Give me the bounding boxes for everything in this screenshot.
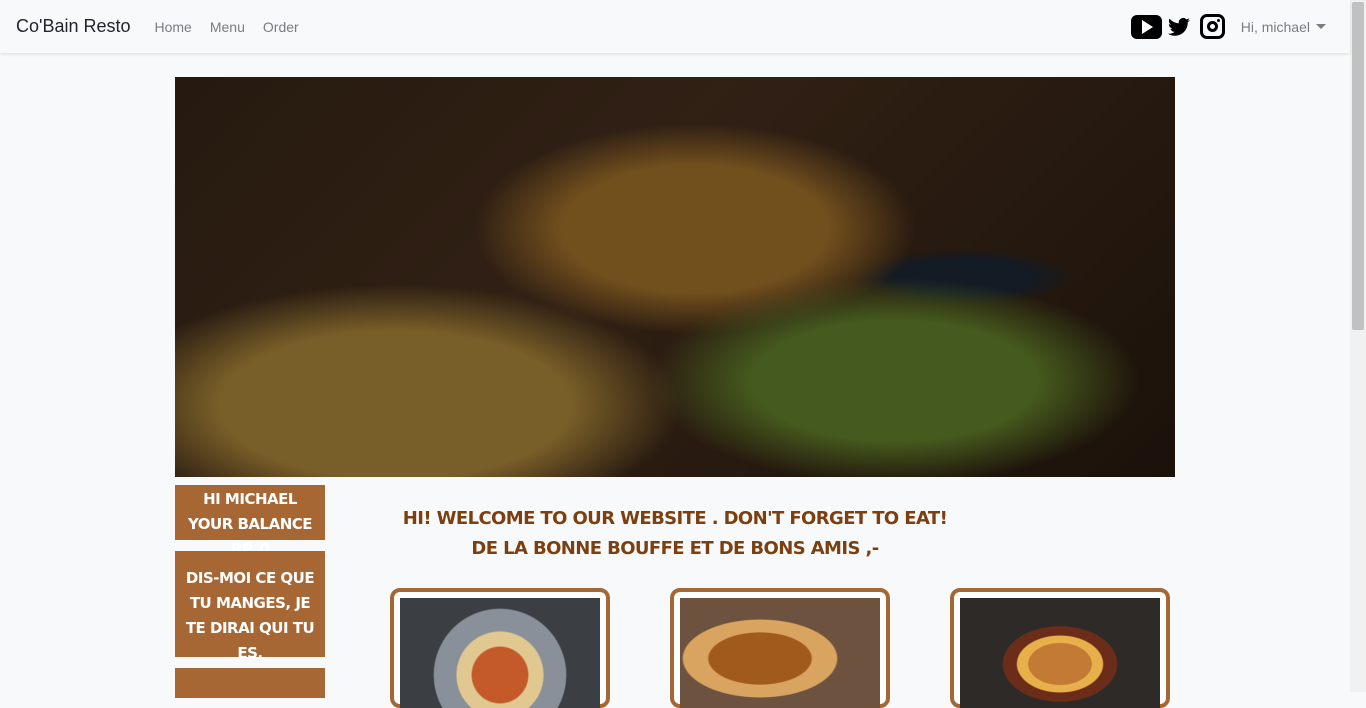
- menu-card-pasta[interactable]: [390, 588, 610, 708]
- balance-box: Hi michael Your balance Rp. 0: [175, 485, 325, 558]
- welcome-heading: Hi! Welcome to our website . Don't forge…: [402, 508, 948, 529]
- social-links: [1130, 14, 1241, 39]
- hero-overlay: [175, 77, 1175, 477]
- page-scrollbar[interactable]: [1350, 0, 1366, 692]
- menu-card-burger[interactable]: [950, 588, 1170, 708]
- quote-box: Dis-moi ce que tu manges, je te dirai qu…: [175, 551, 325, 662]
- welcome-subheading: De la bonne bouffe et de bons amis ,-: [471, 538, 879, 559]
- brand-link[interactable]: Co'Bain Resto: [16, 16, 131, 37]
- sidebar-box-3: [175, 668, 325, 698]
- instagram-icon[interactable]: [1199, 14, 1225, 39]
- twitter-icon[interactable]: [1167, 17, 1190, 37]
- menu-card-chicken[interactable]: [670, 588, 890, 708]
- user-dropdown-label: Hi, michael: [1240, 18, 1310, 35]
- nav-home-link[interactable]: Home: [155, 19, 192, 35]
- chevron-down-icon: [1316, 24, 1326, 29]
- nav-order-link[interactable]: Order: [263, 19, 299, 35]
- nav-right: Hi, michael: [1130, 14, 1334, 39]
- greeting-text: Hi michael: [203, 490, 297, 508]
- navbar: Co'Bain Resto Home Menu Order Hi, michae…: [0, 0, 1350, 53]
- user-dropdown[interactable]: Hi, michael: [1241, 19, 1326, 35]
- scrollbar-thumb[interactable]: [1352, 2, 1364, 330]
- youtube-icon[interactable]: [1130, 14, 1162, 39]
- quote-text: Dis-moi ce que tu manges, je te dirai qu…: [185, 569, 315, 662]
- nav-menu-link[interactable]: Menu: [210, 19, 245, 35]
- hero-food-image: [175, 77, 1175, 477]
